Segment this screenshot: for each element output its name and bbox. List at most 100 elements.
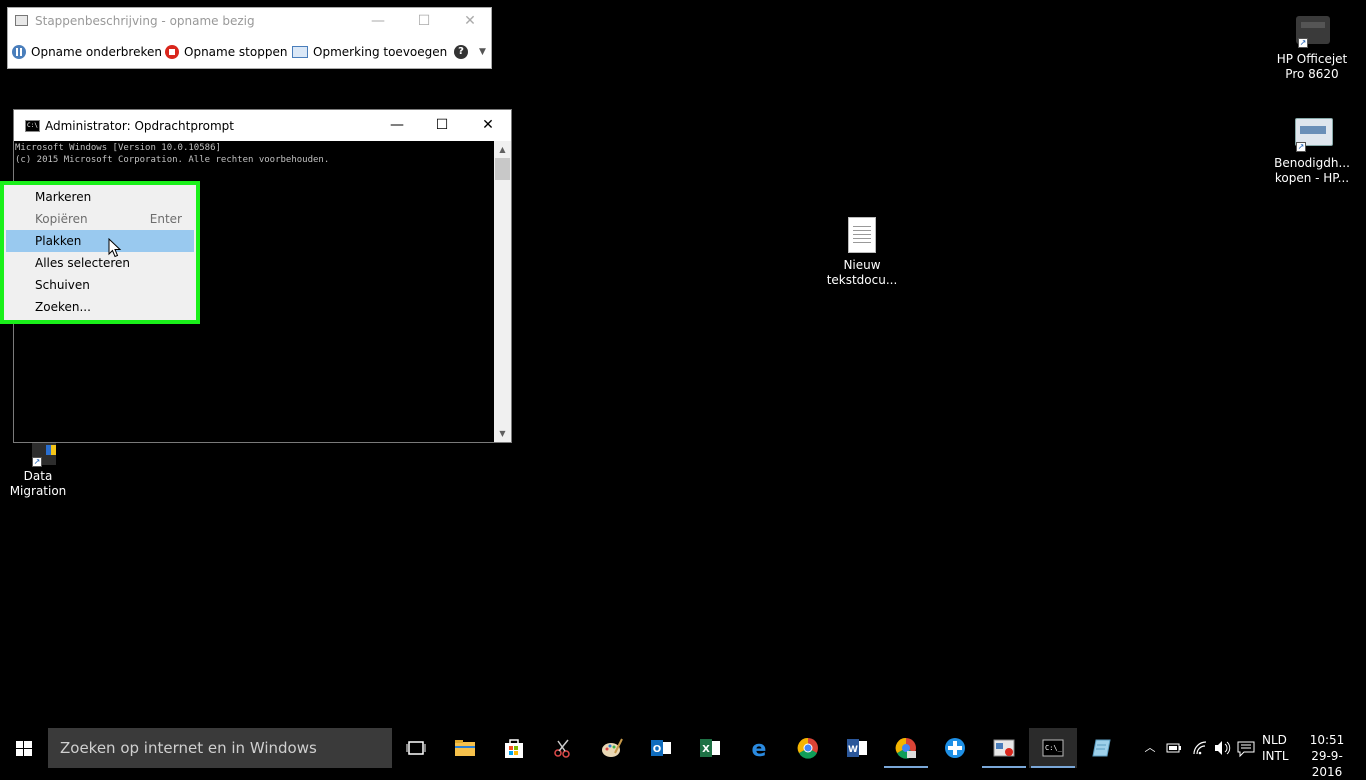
command-prompt-icon: C:\ [25,120,40,132]
add-comment-label: Opmerking toevoegen [313,45,448,59]
shortcut-arrow-icon: ↗ [32,457,42,467]
svg-text:C:\_: C:\_ [1045,744,1063,752]
svg-text:W: W [848,745,858,755]
taskbar-chrome[interactable] [784,728,832,768]
pause-recording-button[interactable]: Opname onderbreken [12,45,162,59]
desktop-icon-benodigdheden[interactable]: ↗ Benodigdh... kopen - HP... [1274,112,1350,186]
language-code: NLD [1262,733,1287,747]
notepad-icon [1092,739,1111,757]
taskbar-notepad-app[interactable] [1078,728,1126,768]
menu-item-markeren[interactable]: Markeren [6,186,194,208]
clock-time: 10:51 [1309,733,1345,747]
context-menu: Markeren Kopiëren Enter Plakken Alles se… [0,181,200,324]
shortcut-arrow-icon: ↗ [1296,142,1306,152]
scrollbar-thumb[interactable] [495,158,510,180]
maximize-button[interactable]: ☐ [401,8,447,35]
desktop-icon-nieuw-tekstdocument[interactable]: Nieuw tekstdocu... [824,216,900,288]
svg-text:O: O [653,744,662,755]
desktop-icon-label: Migration [9,484,67,498]
command-prompt-titlebar[interactable]: C:\ Administrator: Opdrachtprompt — ☐ ✕ [14,110,511,141]
desktop-icon-label: Benodigdh... [1274,156,1350,170]
stop-recording-button[interactable]: Opname stoppen [165,45,287,59]
menu-item-plakken[interactable]: Plakken [6,230,194,252]
desktop-icon-label: HP Officejet [1276,52,1348,66]
start-button[interactable] [0,728,48,768]
steps-recorder-window: Stappenbeschrijving - opname bezig — ☐ ✕… [7,7,492,69]
minimize-button[interactable]: — [355,8,401,35]
printer-supplies-icon: ↗ [1292,112,1333,152]
stop-recording-label: Opname stoppen [184,45,288,59]
svg-text:e: e [752,737,767,759]
data-migration-icon: ↗ [18,443,58,467]
taskbar-chrome-app[interactable] [882,728,930,768]
minimize-button[interactable]: — [374,110,420,141]
taskbar-excel[interactable]: X [686,728,734,768]
keyboard-layout: INTL [1262,749,1289,763]
console-line: Microsoft Windows [Version 10.0.10586] [15,143,221,153]
steps-recorder-icon [15,15,28,26]
vertical-scrollbar[interactable]: ▲ ▼ [494,141,511,442]
wifi-icon[interactable] [1188,728,1212,768]
clock[interactable]: 10:51 29-9-2016 [1296,728,1358,779]
close-button[interactable]: ✕ [447,8,493,35]
battery-icon[interactable] [1162,728,1186,768]
desktop-icon-data-migration[interactable]: ↗ Data Migration [0,443,76,499]
steps-recorder-toolbar: Opname onderbreken Opname stoppen Opmerk… [8,39,491,67]
taskbar-store[interactable] [490,728,538,768]
menu-item-schuiven[interactable]: Schuiven [6,274,194,296]
desktop-icon-hp-officejet[interactable]: ↗ HP Officejet Pro 8620 [1274,12,1350,82]
folder-icon [455,740,475,756]
add-comment-button[interactable]: Opmerking toevoegen [292,45,447,59]
show-hidden-icons-chevron-icon[interactable]: ︿ [1140,728,1160,768]
desktop-icon-label: Pro 8620 [1285,67,1339,81]
plus-icon [945,738,965,758]
steps-recorder-title: Stappenbeschrijving - opname bezig [35,14,255,28]
steps-recorder-icon [993,739,1015,757]
pause-icon [12,45,26,59]
desktop-icon-label: Nieuw [843,258,881,272]
mouse-cursor-icon [108,238,122,258]
menu-item-alles-selecteren[interactable]: Alles selecteren [6,252,194,274]
windows-logo-icon [16,741,32,756]
chrome-icon [797,737,818,759]
chrome-app-icon [895,737,916,759]
pause-recording-label: Opname onderbreken [31,45,162,59]
edge-icon: e [752,737,767,759]
task-view-button[interactable] [392,728,440,768]
taskbar-outlook[interactable]: O [637,728,685,768]
taskbar-paint[interactable] [588,728,636,768]
search-placeholder: Zoeken op internet en in Windows [60,739,317,757]
menu-item-kopieren[interactable]: Kopiëren Enter [6,208,194,230]
store-icon [505,739,523,758]
taskbar-command-prompt[interactable]: C:\_ [1029,728,1077,768]
clock-date: 29-9-2016 [1311,749,1343,779]
help-icon: ? [454,45,468,59]
command-prompt-icon: C:\_ [1042,739,1064,757]
taskbar-file-explorer[interactable] [441,728,489,768]
shortcut-arrow-icon: ↗ [1298,38,1308,48]
taskbar-word[interactable]: W [833,728,881,768]
desktop-icon-label: kopen - HP... [1274,171,1350,185]
taskbar-snipping-tool[interactable] [539,728,587,768]
volume-icon[interactable] [1210,728,1234,768]
steps-recorder-titlebar[interactable]: Stappenbeschrijving - opname bezig — ☐ ✕ [8,8,491,35]
scroll-down-icon[interactable]: ▼ [494,425,511,442]
command-prompt-title: Administrator: Opdrachtprompt [45,119,234,133]
menu-item-zoeken[interactable]: Zoeken... [6,296,194,318]
taskbar-steps-recorder[interactable] [980,728,1028,768]
svg-text:X: X [702,744,710,755]
printer-icon: ↗ [1292,12,1332,48]
input-language-indicator[interactable]: NLD INTL [1262,728,1290,772]
action-center-icon[interactable] [1234,728,1258,768]
maximize-button[interactable]: ☐ [419,110,465,141]
scroll-up-icon[interactable]: ▲ [494,141,511,158]
excel-icon: X [700,739,720,757]
search-box[interactable]: Zoeken op internet en in Windows [48,728,392,768]
taskbar-plus-app[interactable] [931,728,979,768]
chevron-down-icon[interactable]: ▼ [479,47,486,57]
help-button[interactable]: ? ▼ [454,45,486,59]
close-button[interactable]: ✕ [465,110,511,141]
word-icon: W [847,739,867,757]
desktop-icon-label: tekstdocu... [826,273,898,287]
taskbar-edge[interactable]: e [735,728,783,768]
